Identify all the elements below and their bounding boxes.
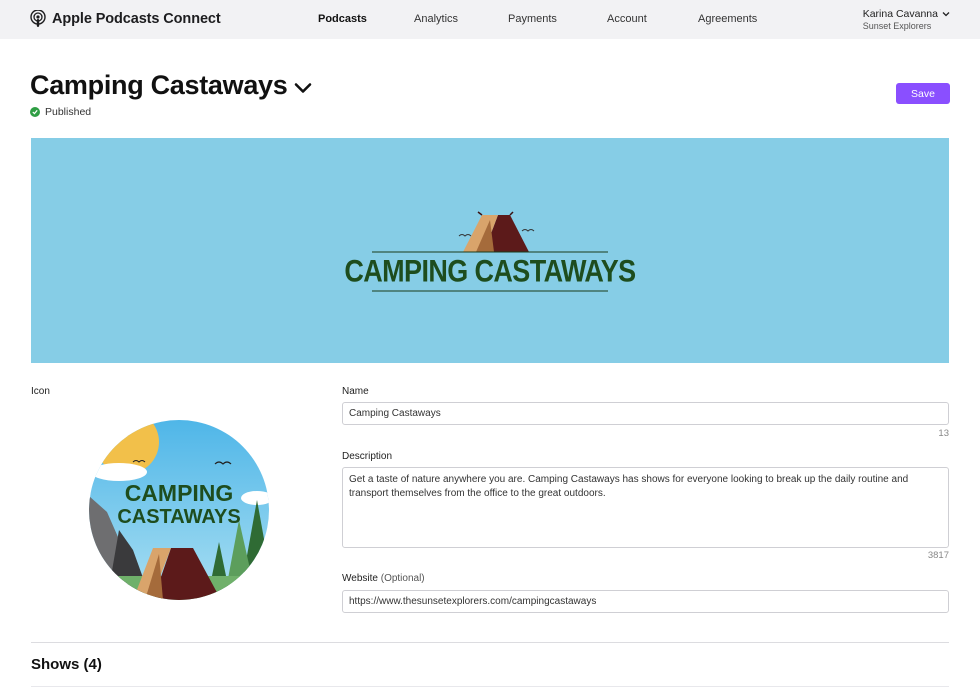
banner-logo: CAMPING CASTAWAYS [344,211,636,292]
nav-agreements[interactable]: Agreements [698,13,757,25]
status-badge: Published [30,106,91,118]
checkmark-icon [30,107,40,117]
icon-art-line2: CASTAWAYS [117,506,240,528]
website-label: Website (Optional) [342,573,425,584]
top-nav-bar: Apple Podcasts Connect Podcasts Analytic… [0,0,980,39]
icon-label: Icon [31,386,50,397]
chevron-down-icon [942,12,950,17]
nav-payments[interactable]: Payments [508,13,557,25]
nav-account[interactable]: Account [607,13,647,25]
website-field[interactable]: https://www.thesunsetexplorers.com/campi… [342,590,949,613]
user-org: Sunset Explorers [862,21,932,31]
banner-artwork[interactable]: CAMPING CASTAWAYS [31,138,949,363]
description-label: Description [342,451,393,462]
name-char-count: 13 [938,428,949,439]
brand-name: Apple Podcasts Connect [52,11,221,27]
chevron-down-icon [294,82,311,93]
banner-logo-text: CAMPING CASTAWAYS [344,255,635,289]
divider [31,686,949,687]
podcast-title-selector[interactable]: Camping Castaways [30,70,312,101]
description-char-count: 3817 [927,550,949,561]
status-text: Published [45,106,92,118]
optional-hint: (Optional) [380,573,425,584]
page-title: Camping Castaways [30,70,288,100]
name-label: Name [342,386,369,397]
podcast-icon-artwork[interactable]: CAMPING CASTAWAYS [89,420,269,600]
save-button[interactable]: Save [896,83,950,104]
nav-analytics[interactable]: Analytics [414,13,458,25]
description-field[interactable]: Get a taste of nature anywhere you are. … [342,467,949,548]
nav-podcasts[interactable]: Podcasts [318,13,367,25]
icon-art-line1: CAMPING [125,480,234,506]
brand[interactable]: Apple Podcasts Connect [30,10,221,28]
user-menu[interactable]: Karina Cavanna Sunset Explorers [863,8,950,31]
podcast-icon [30,10,46,27]
name-field[interactable]: Camping Castaways [342,402,949,425]
shows-heading: Shows (4) [31,656,102,673]
user-name: Karina Cavanna [862,8,938,20]
divider [31,642,949,643]
